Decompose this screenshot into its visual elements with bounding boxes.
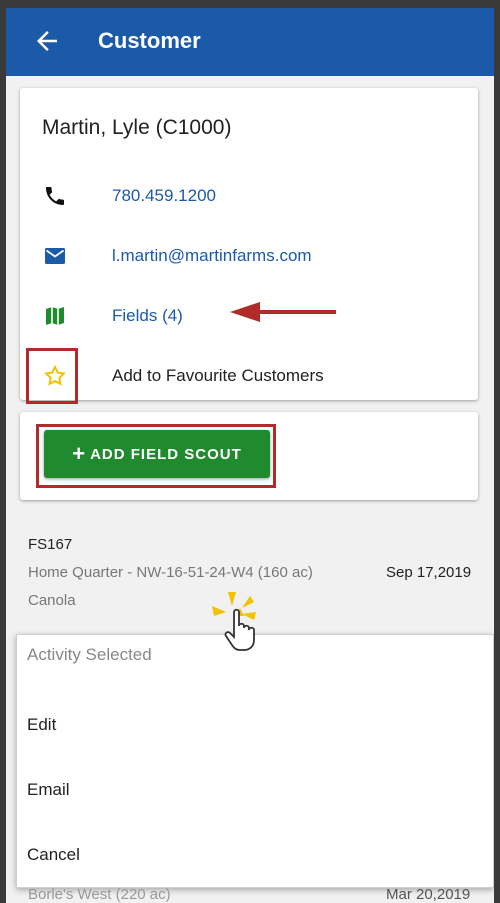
page-title: Customer (98, 28, 201, 53)
menu-item-cancel[interactable]: Cancel (27, 845, 80, 865)
fields-link[interactable]: Fields (4) (112, 306, 183, 326)
item-location: Borle's West (220 ac) (28, 886, 171, 903)
email-link[interactable]: l.martin@martinfarms.com (112, 246, 312, 266)
mail-icon (45, 248, 65, 264)
add-field-scout-label: ADD FIELD SCOUT (90, 445, 242, 463)
list-item[interactable]: Borle's West (220 ac) Mar 20,2019 (6, 886, 494, 903)
add-field-scout-button[interactable]: + ADD FIELD SCOUT (44, 430, 270, 478)
star-outline-icon[interactable] (42, 364, 68, 388)
app-frame: Customer Martin, Lyle (C1000) 780.459.12… (6, 8, 494, 903)
app-bar: Customer (6, 8, 494, 76)
back-arrow-icon[interactable] (32, 26, 62, 56)
item-id: FS167 (28, 536, 73, 553)
email-row[interactable]: l.martin@martinfarms.com (20, 236, 478, 276)
item-date: Mar 20,2019 (386, 886, 471, 903)
actions-card: + ADD FIELD SCOUT (20, 412, 478, 500)
favourite-row[interactable]: Add to Favourite Customers (20, 348, 478, 404)
activity-context-menu: Activity Selected Edit Email Cancel (16, 634, 494, 888)
phone-link[interactable]: 780.459.1200 (112, 186, 216, 206)
item-location: Home Quarter - NW-16-51-24-W4 (160 ac) (28, 564, 313, 581)
tap-cursor-icon (212, 592, 256, 651)
item-date: Sep 17,2019 (386, 564, 472, 581)
customer-card: Martin, Lyle (C1000) 780.459.1200 l.mart… (20, 88, 478, 404)
plus-icon: + (72, 441, 87, 466)
item-crop: Canola (28, 592, 76, 609)
annotation-arrow-icon (230, 302, 336, 322)
menu-item-edit[interactable]: Edit (27, 715, 56, 735)
menu-header: Activity Selected (27, 645, 152, 664)
customer-name: Martin, Lyle (C1000) (42, 116, 232, 139)
favourite-label: Add to Favourite Customers (112, 366, 324, 385)
menu-item-email[interactable]: Email (27, 780, 70, 800)
phone-row[interactable]: 780.459.1200 (20, 176, 478, 216)
map-icon (46, 307, 64, 325)
phone-icon (46, 187, 64, 205)
